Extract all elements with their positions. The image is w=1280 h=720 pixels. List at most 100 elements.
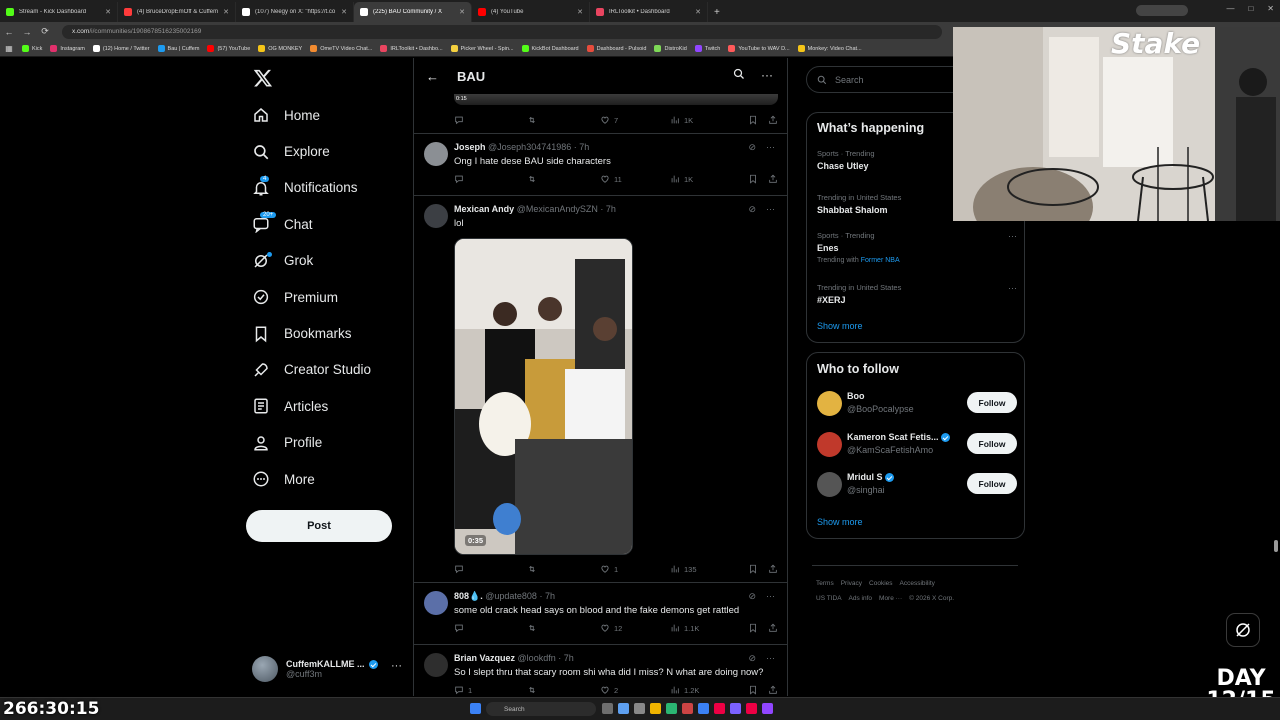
account-switcher[interactable]: CuffemKALLME ... @cuff3m ···: [252, 654, 402, 684]
minimize-icon[interactable]: —: [1226, 4, 1234, 13]
views-action[interactable]: 1K: [670, 174, 748, 184]
views-action[interactable]: 135: [670, 564, 748, 574]
browser-tab[interactable]: (4) YouTube ✕: [472, 2, 590, 22]
tweet-time[interactable]: · 7h: [600, 204, 616, 214]
forward-arrow-icon[interactable]: →: [18, 27, 36, 37]
bookmark-action[interactable]: [748, 174, 768, 184]
bookmark-item[interactable]: Dashboard - Pulsoid: [586, 45, 646, 52]
new-tab-icon[interactable]: +: [708, 2, 726, 22]
reply-action[interactable]: [454, 174, 527, 184]
reply-action[interactable]: [454, 564, 527, 574]
back-arrow-icon[interactable]: ←: [426, 69, 439, 84]
share-action[interactable]: [768, 115, 782, 125]
more-options-icon[interactable]: ···: [766, 204, 775, 215]
trend-item[interactable]: Sports · Trending Enes Trending with Forme…: [817, 231, 1017, 264]
follow-suggestion[interactable]: Kameron Scat Fetis... @KamScaFetishAmo Fol…: [817, 430, 1017, 460]
repost-action[interactable]: [527, 564, 600, 574]
taskbar-app-icon[interactable]: [762, 703, 773, 714]
avatar[interactable]: [424, 204, 448, 228]
taskbar-app-icon[interactable]: [698, 703, 709, 714]
tweet-author-name[interactable]: Brian Vazquez: [454, 653, 515, 663]
browser-tab[interactable]: (4) BruceDropEmOff & Cuffem ✕: [118, 2, 236, 22]
repost-action[interactable]: [527, 174, 600, 184]
taskbar-app-icon[interactable]: [746, 703, 757, 714]
bookmark-item[interactable]: OG MONKEY: [258, 45, 302, 52]
footer-link[interactable]: US TIDA: [816, 595, 842, 602]
bookmark-item[interactable]: YouTube to WAV D...: [728, 45, 790, 52]
bookmark-action[interactable]: [748, 685, 768, 695]
trend-item[interactable]: Trending in United States #XERJ ···: [817, 283, 1017, 305]
sidebar-item-grok[interactable]: Grok: [250, 243, 371, 279]
sidebar-item-notifications[interactable]: Notifications 4: [250, 170, 371, 206]
sidebar-item-home[interactable]: Home: [250, 97, 371, 133]
trend-context-link[interactable]: Former NBA: [861, 257, 900, 264]
like-action[interactable]: 2: [600, 685, 670, 695]
tab-close-icon[interactable]: ✕: [223, 8, 229, 16]
follow-button[interactable]: Follow: [967, 473, 1017, 494]
tweet-author-name[interactable]: 808💧.: [454, 591, 483, 601]
taskbar-app-icon[interactable]: [650, 703, 661, 714]
bookmark-item[interactable]: (57) YouTube: [207, 45, 250, 52]
tweet[interactable]: 808💧. @update808 · 7h ⊘ ··· some old crack …: [414, 583, 787, 645]
share-action[interactable]: [768, 564, 782, 574]
apps-grid-icon[interactable]: ▦: [4, 44, 14, 53]
bookmark-item[interactable]: Twitch: [694, 45, 720, 52]
show-more-follow-link[interactable]: Show more: [817, 517, 863, 527]
follow-button[interactable]: Follow: [967, 392, 1017, 413]
more-options-icon[interactable]: ···: [1008, 283, 1017, 293]
taskbar-app-icon[interactable]: [682, 703, 693, 714]
views-action[interactable]: 1K: [670, 115, 748, 125]
grok-icon[interactable]: ⊘: [748, 204, 756, 215]
repost-action[interactable]: [527, 115, 600, 125]
tab-close-icon[interactable]: ✕: [459, 8, 465, 16]
footer-link[interactable]: © 2026 X Corp.: [909, 595, 954, 602]
reply-action[interactable]: [454, 623, 527, 633]
bookmark-item[interactable]: Monkey: Video Chat...: [797, 45, 862, 52]
avatar[interactable]: [424, 142, 448, 166]
share-action[interactable]: [768, 174, 782, 184]
browser-tab[interactable]: Stream - Kick Dashboard ✕: [0, 2, 118, 22]
tweet[interactable]: Joseph @Joseph304741986 · 7h ⊘ ··· Ong I ha…: [414, 134, 787, 196]
like-action[interactable]: 12: [600, 623, 670, 633]
bookmark-item[interactable]: DistroKid: [654, 45, 687, 52]
sidebar-item-articles[interactable]: Articles: [250, 388, 371, 424]
x-logo-icon[interactable]: [253, 68, 273, 88]
bookmark-item[interactable]: Picker Wheel - Spin...: [450, 45, 514, 52]
browser-tab[interactable]: IRLToolkit • Dashboard ✕: [590, 2, 708, 22]
grok-icon[interactable]: ⊘: [748, 142, 756, 153]
views-action[interactable]: 1.1K: [670, 623, 748, 633]
tweet[interactable]: Brian Vazquez @lookdfn · 7h ⊘ ··· So I slep…: [414, 645, 787, 696]
bookmark-item[interactable]: IRLToolkit • Dashbo...: [380, 45, 443, 52]
bookmark-item[interactable]: OmeTV Video Chat...: [310, 45, 372, 52]
sidebar-item-profile[interactable]: Profile: [250, 425, 371, 461]
tweet-author-handle[interactable]: @lookdfn: [518, 653, 556, 663]
more-options-icon[interactable]: ···: [761, 68, 773, 82]
tweet-time[interactable]: · 7h: [574, 142, 590, 152]
footer-link[interactable]: Privacy: [841, 580, 862, 587]
like-action[interactable]: 1: [600, 564, 670, 574]
url-input[interactable]: x.com/i/communities/1908678516235002169: [62, 24, 942, 39]
bookmark-item[interactable]: Kick: [22, 45, 42, 52]
like-action[interactable]: 11: [600, 174, 670, 184]
taskbar-app-icon[interactable]: [602, 703, 613, 714]
tweet-video[interactable]: 0:35: [454, 238, 633, 555]
repost-action[interactable]: [527, 685, 600, 695]
grok-icon[interactable]: ⊘: [748, 653, 756, 664]
sidebar-item-creator-studio[interactable]: Creator Studio: [250, 352, 371, 388]
tweet-time[interactable]: · 7h: [558, 653, 574, 663]
bookmark-action[interactable]: [748, 564, 768, 574]
bookmark-item[interactable]: (12) Home / Twitter: [92, 45, 150, 52]
follow-button[interactable]: Follow: [967, 433, 1017, 454]
avatar[interactable]: [424, 591, 448, 615]
footer-link[interactable]: Ads info: [849, 595, 873, 602]
grok-float-button[interactable]: [1226, 613, 1260, 647]
share-action[interactable]: [768, 623, 782, 633]
grok-icon[interactable]: ⊘: [748, 591, 756, 602]
more-options-icon[interactable]: ···: [766, 591, 775, 602]
footer-link[interactable]: More ···: [879, 595, 902, 602]
taskbar-app-icon[interactable]: [634, 703, 645, 714]
tab-close-icon[interactable]: ✕: [695, 8, 701, 16]
like-action[interactable]: 7: [600, 115, 670, 125]
sidebar-item-explore[interactable]: Explore: [250, 133, 371, 169]
browser-profile-pill[interactable]: [1136, 5, 1188, 16]
